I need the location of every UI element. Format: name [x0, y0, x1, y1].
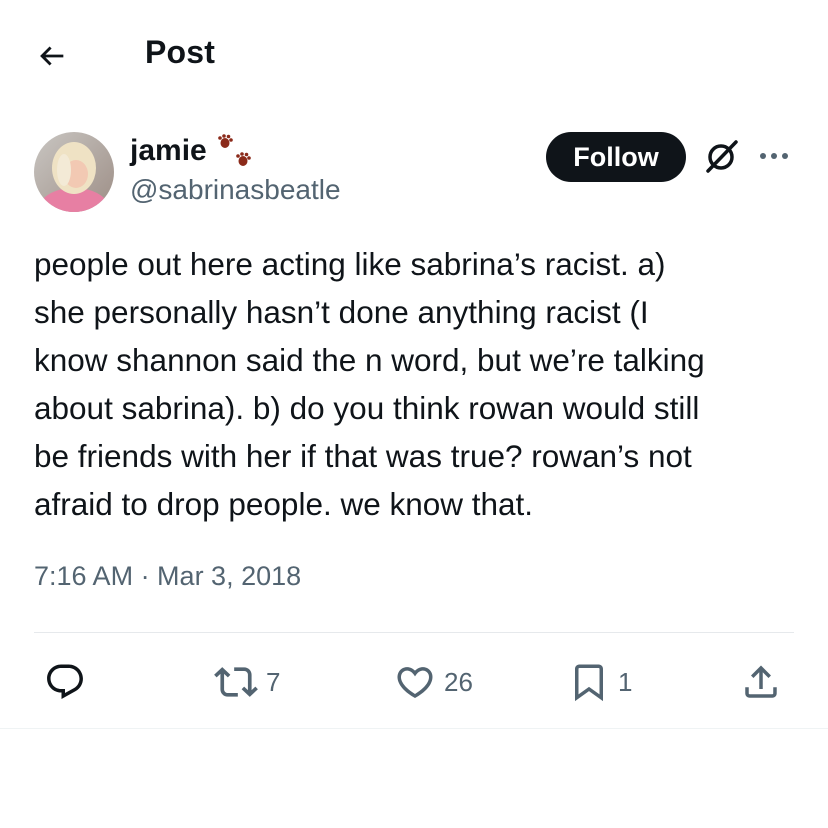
author-handle[interactable]: @sabrinasbeatle	[130, 174, 341, 206]
bookmark-count: 1	[618, 666, 633, 697]
like-count: 26	[444, 666, 473, 697]
more-horizontal-icon	[760, 153, 788, 159]
like-button[interactable]: 26	[394, 660, 473, 704]
more-options-button[interactable]	[754, 140, 794, 172]
bottom-divider	[0, 728, 828, 729]
heart-icon	[397, 667, 433, 699]
reply-icon	[47, 664, 83, 699]
top-bar: Post	[0, 0, 828, 110]
retweet-count: 7	[266, 666, 281, 697]
grok-button[interactable]	[700, 137, 744, 177]
divider	[34, 632, 794, 633]
retweet-icon	[214, 667, 258, 697]
share-button[interactable]	[740, 660, 782, 704]
avatar[interactable]	[34, 132, 114, 212]
back-button[interactable]	[32, 36, 72, 76]
tweet-timestamp[interactable]: 7:16 AM · Mar 3, 2018	[34, 561, 301, 592]
arrow-left-icon	[40, 46, 64, 66]
bookmark-button[interactable]: 1	[568, 660, 632, 704]
page-title: Post	[145, 34, 216, 70]
share-icon	[745, 665, 777, 698]
grok-icon	[706, 140, 738, 173]
reply-button[interactable]	[44, 660, 86, 704]
retweet-button[interactable]: 7	[214, 660, 280, 704]
tweet-text: people out here acting like sabrina’s ra…	[34, 246, 705, 522]
paw-prints-icon	[218, 134, 251, 166]
avatar-image	[34, 132, 114, 212]
follow-button[interactable]: Follow	[546, 132, 686, 182]
author-display-name[interactable]: jamie	[130, 134, 207, 168]
bookmark-icon	[575, 664, 603, 702]
